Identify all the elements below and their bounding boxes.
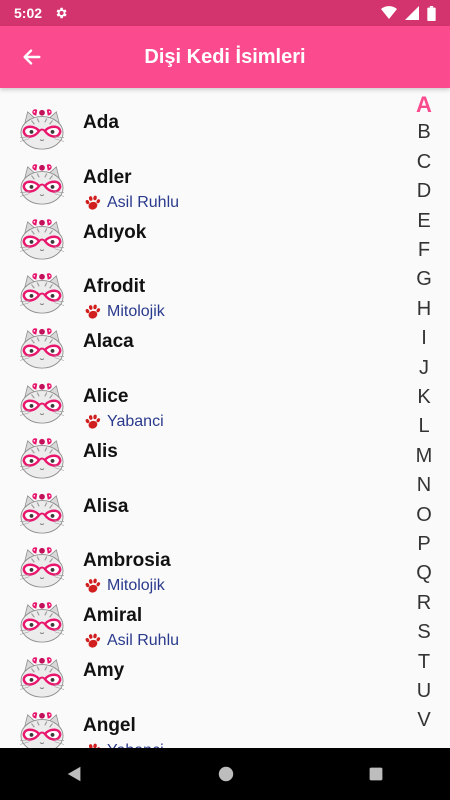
index-letter-u[interactable]: U bbox=[400, 680, 448, 703]
index-letter-v[interactable]: V bbox=[400, 709, 448, 732]
index-letter-i[interactable]: I bbox=[400, 327, 448, 350]
list-item[interactable]: Angel Yabanci bbox=[0, 691, 400, 748]
cat-name: Adıyok bbox=[83, 221, 147, 243]
list-item[interactable]: Adıyok bbox=[0, 198, 400, 260]
arrow-back-icon bbox=[23, 49, 41, 65]
nav-home-icon[interactable] bbox=[217, 765, 235, 783]
cat-avatar-icon bbox=[18, 711, 66, 748]
back-button[interactable] bbox=[4, 26, 60, 88]
list-item[interactable]: Adler Asil Ruhlu bbox=[0, 143, 400, 211]
list-item[interactable]: Amy bbox=[0, 636, 400, 698]
list-item[interactable]: Ambrosia Mitolojik bbox=[0, 526, 400, 594]
index-letter-h[interactable]: H bbox=[400, 298, 448, 321]
index-letter-k[interactable]: K bbox=[400, 386, 448, 409]
index-letter-g[interactable]: G bbox=[400, 268, 448, 291]
status-bar: 5:02 bbox=[0, 0, 450, 26]
cat-name: Angel bbox=[83, 714, 136, 736]
navigation-bar bbox=[0, 748, 450, 800]
page-title: Dişi Kedi İsimleri bbox=[144, 45, 306, 68]
cat-name: Alis bbox=[83, 440, 118, 462]
cat-names-list[interactable]: Ada Adler Asil Ruhlu Adıyok Afrodit Mito… bbox=[0, 88, 400, 748]
index-letter-c[interactable]: C bbox=[400, 151, 448, 174]
list-item[interactable]: Alice Yabanci bbox=[0, 362, 400, 430]
status-time: 5:02 bbox=[14, 5, 43, 21]
cat-name: Amy bbox=[83, 660, 125, 681]
index-letter-f[interactable]: F bbox=[400, 239, 448, 262]
cat-name: Amiral bbox=[83, 605, 143, 627]
index-letter-t[interactable]: T bbox=[400, 651, 448, 674]
battery-icon bbox=[427, 5, 436, 21]
index-letter-a[interactable]: A bbox=[400, 92, 448, 118]
index-letter-q[interactable]: Q bbox=[400, 562, 448, 585]
index-letter-m[interactable]: M bbox=[400, 445, 448, 468]
wifi-icon bbox=[381, 6, 397, 20]
index-letter-n[interactable]: N bbox=[400, 474, 448, 497]
nav-recents-icon[interactable] bbox=[368, 766, 384, 782]
cat-name: Alice bbox=[83, 386, 129, 407]
list-item[interactable]: Ada bbox=[0, 88, 400, 150]
nav-back-icon[interactable] bbox=[66, 765, 84, 783]
index-letter-j[interactable]: J bbox=[400, 357, 448, 380]
index-letter-r[interactable]: R bbox=[400, 592, 448, 615]
list-item[interactable]: Alaca bbox=[0, 307, 400, 369]
index-letter-s[interactable]: S bbox=[400, 621, 448, 644]
index-letter-e[interactable]: E bbox=[400, 210, 448, 233]
alphabet-index[interactable]: ABCDEFGHIJKLMNOPQRSTUV bbox=[400, 92, 450, 748]
index-letter-o[interactable]: O bbox=[400, 504, 448, 527]
index-letter-l[interactable]: L bbox=[400, 415, 448, 438]
index-letter-p[interactable]: P bbox=[400, 533, 448, 556]
cat-name: Ada bbox=[83, 112, 119, 133]
cat-name: Adler bbox=[83, 166, 132, 188]
cat-name: Alaca bbox=[83, 331, 134, 353]
cellular-signal-icon bbox=[405, 6, 419, 20]
list-item[interactable]: Amiral Asil Ruhlu bbox=[0, 581, 400, 649]
index-letter-b[interactable]: B bbox=[400, 121, 448, 144]
cat-name: Ambrosia bbox=[83, 550, 171, 572]
app-bar: Dişi Kedi İsimleri bbox=[0, 26, 450, 88]
index-letter-d[interactable]: D bbox=[400, 180, 448, 203]
list-item[interactable]: Afrodit Mitolojik bbox=[0, 252, 400, 320]
list-item[interactable]: Alis bbox=[0, 417, 400, 479]
cat-name: Afrodit bbox=[83, 276, 146, 298]
settings-gear-icon bbox=[56, 7, 67, 19]
list-item[interactable]: Alisa bbox=[0, 472, 400, 534]
cat-name: Alisa bbox=[83, 495, 129, 517]
